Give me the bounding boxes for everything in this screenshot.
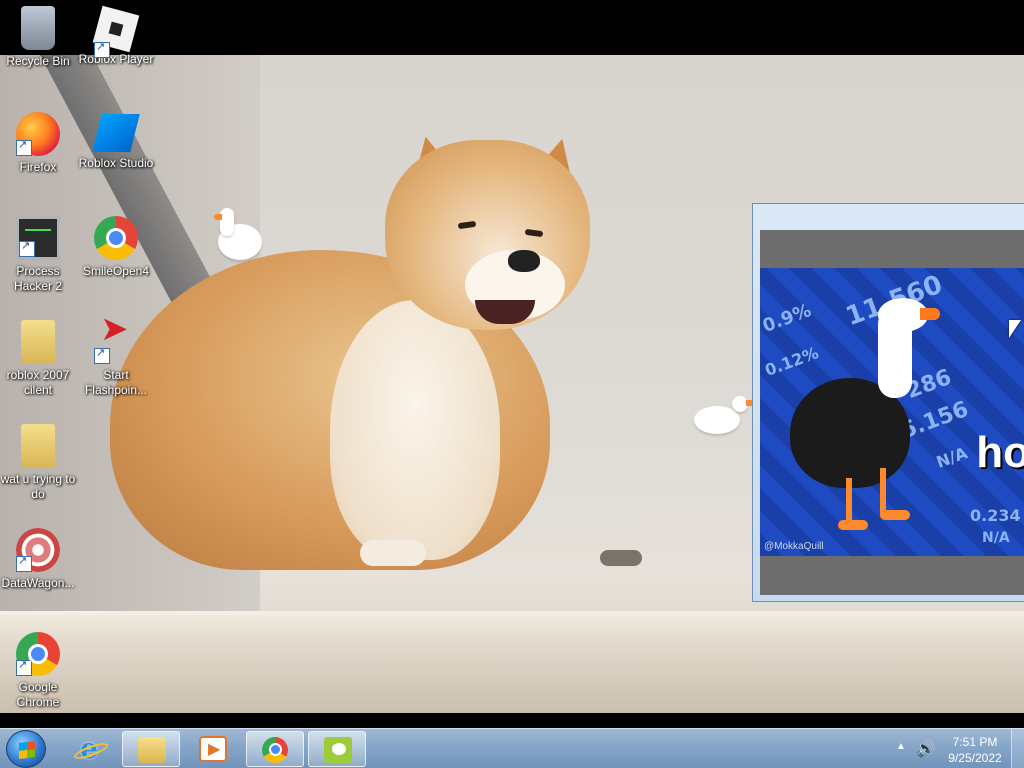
chrome-icon — [16, 632, 60, 676]
taskbar-internet-explorer[interactable]: e — [60, 731, 118, 767]
desktop-icon-label: roblox 2007 cilent — [6, 368, 70, 397]
meme-ticker-text: 0.234 — [970, 506, 1021, 525]
desktop-icon-firefox[interactable]: Firefox — [0, 112, 76, 175]
folder-icon — [138, 737, 166, 763]
start-button[interactable] — [6, 730, 46, 768]
meme-ticker-text: N/A — [982, 530, 1010, 546]
desktop-icon-roblox-player[interactable]: Roblox Player — [78, 5, 154, 67]
shortcut-arrow-icon — [94, 346, 110, 364]
desktop-icon-label: Roblox Player — [78, 52, 154, 66]
internet-explorer-icon: e — [75, 735, 103, 763]
desktop-icon-label: Start Flashpoin... — [84, 368, 148, 397]
taskbar-windows-explorer[interactable] — [122, 731, 180, 767]
desktop-icon-label: Recycle Bin — [6, 54, 70, 68]
mouse-cursor-icon — [1009, 320, 1021, 338]
goose-leg — [880, 468, 886, 514]
goose-icon — [324, 737, 352, 763]
meme-ticker-text: 0.9% — [760, 300, 815, 337]
shortcut-arrow-icon — [19, 239, 35, 257]
desktop-icon-datawagon[interactable]: DataWagon... — [0, 528, 76, 591]
goose-beak — [920, 308, 940, 320]
chrome-icon — [94, 216, 138, 260]
dog-nose — [508, 250, 540, 272]
meme-ticker-text: 0.12% — [762, 343, 822, 380]
taskbar-desktop-goose[interactable] — [308, 731, 366, 767]
desktop-icon-recycle-bin[interactable]: Recycle Bin — [0, 6, 76, 69]
desktop-icon-label: DataWagon... — [1, 576, 75, 590]
desktop-icon-label: wat u trying to do — [0, 472, 76, 501]
media-player-icon — [199, 736, 227, 762]
dog-chest — [330, 300, 500, 560]
desktop-icon-roblox-studio[interactable]: Roblox Studio — [78, 112, 154, 171]
shortcut-arrow-icon — [94, 40, 110, 58]
desktop-icon-label: Firefox — [19, 160, 57, 174]
desktop-icon-wat-u-trying-folder[interactable]: wat u trying to do — [0, 424, 76, 502]
shortcut-arrow-icon — [16, 554, 32, 572]
desktop-icon-google-chrome[interactable]: Google Chrome — [0, 632, 76, 710]
datawagon-icon — [16, 528, 60, 572]
desktop-icon-label: Process Hacker 2 — [13, 264, 63, 293]
folder-icon — [21, 320, 55, 364]
roblox-studio-icon — [92, 114, 140, 152]
taskbar-chrome[interactable] — [246, 731, 304, 767]
clock-date: 9/25/2022 — [948, 751, 1002, 765]
firefox-icon — [16, 112, 60, 156]
goose-body — [694, 406, 740, 434]
flashpoint-icon — [94, 320, 138, 364]
shortcut-arrow-icon — [16, 658, 32, 676]
clock[interactable]: 7:51 PM 9/25/2022 — [940, 734, 1010, 766]
chrome-icon — [262, 737, 288, 763]
show-hidden-icons-arrow-icon[interactable]: ▲ — [896, 741, 906, 752]
clock-time: 7:51 PM — [952, 735, 998, 749]
volume-speaker-icon[interactable]: 🔊 — [916, 739, 936, 759]
meme-window-content: 11.560 0.9% 0.12% 286 5.156 N/A 0.234 N/… — [760, 230, 1024, 595]
goose-foot — [880, 510, 910, 520]
desktop-icon-label: SmileOpen4 — [82, 264, 150, 278]
meme-caption-text: ho — [976, 428, 1024, 477]
desktop-icon-label: Google Chrome — [16, 680, 60, 709]
desktop-icon-smileopen4[interactable]: SmileOpen4 — [78, 216, 154, 279]
process-hacker-icon — [16, 216, 60, 260]
goose-beak — [214, 214, 222, 220]
taskbar-media-player[interactable] — [184, 731, 242, 767]
dog-paw — [360, 540, 426, 566]
wallpaper-object — [600, 550, 642, 566]
taskbar: e ▲ 🔊 7:51 PM 9/25/2022 — [0, 728, 1024, 768]
desktop-icon-start-flashpoint[interactable]: Start Flashpoin... — [78, 320, 154, 398]
meme-watermark: @MokkaQuill — [764, 541, 824, 552]
meme-window[interactable]: 11.560 0.9% 0.12% 286 5.156 N/A 0.234 N/… — [752, 203, 1024, 602]
meme-ticker-text: N/A — [933, 443, 970, 472]
recycle-bin-icon — [21, 6, 55, 50]
goose-neck — [220, 208, 234, 236]
wallpaper-shelf — [0, 615, 1024, 713]
stonks-goose-meme: 11.560 0.9% 0.12% 286 5.156 N/A 0.234 N/… — [760, 268, 1024, 556]
folder-icon — [21, 424, 55, 468]
goose-foot — [838, 520, 868, 530]
shortcut-arrow-icon — [16, 138, 32, 156]
show-desktop-button[interactable] — [1011, 729, 1024, 768]
desktop-icon-label: Roblox Studio — [78, 156, 154, 170]
goose-leg — [846, 478, 852, 524]
desktop-icon-process-hacker[interactable]: Process Hacker 2 — [0, 216, 76, 294]
desktop-icon-roblox-2007-folder[interactable]: roblox 2007 cilent — [0, 320, 76, 398]
